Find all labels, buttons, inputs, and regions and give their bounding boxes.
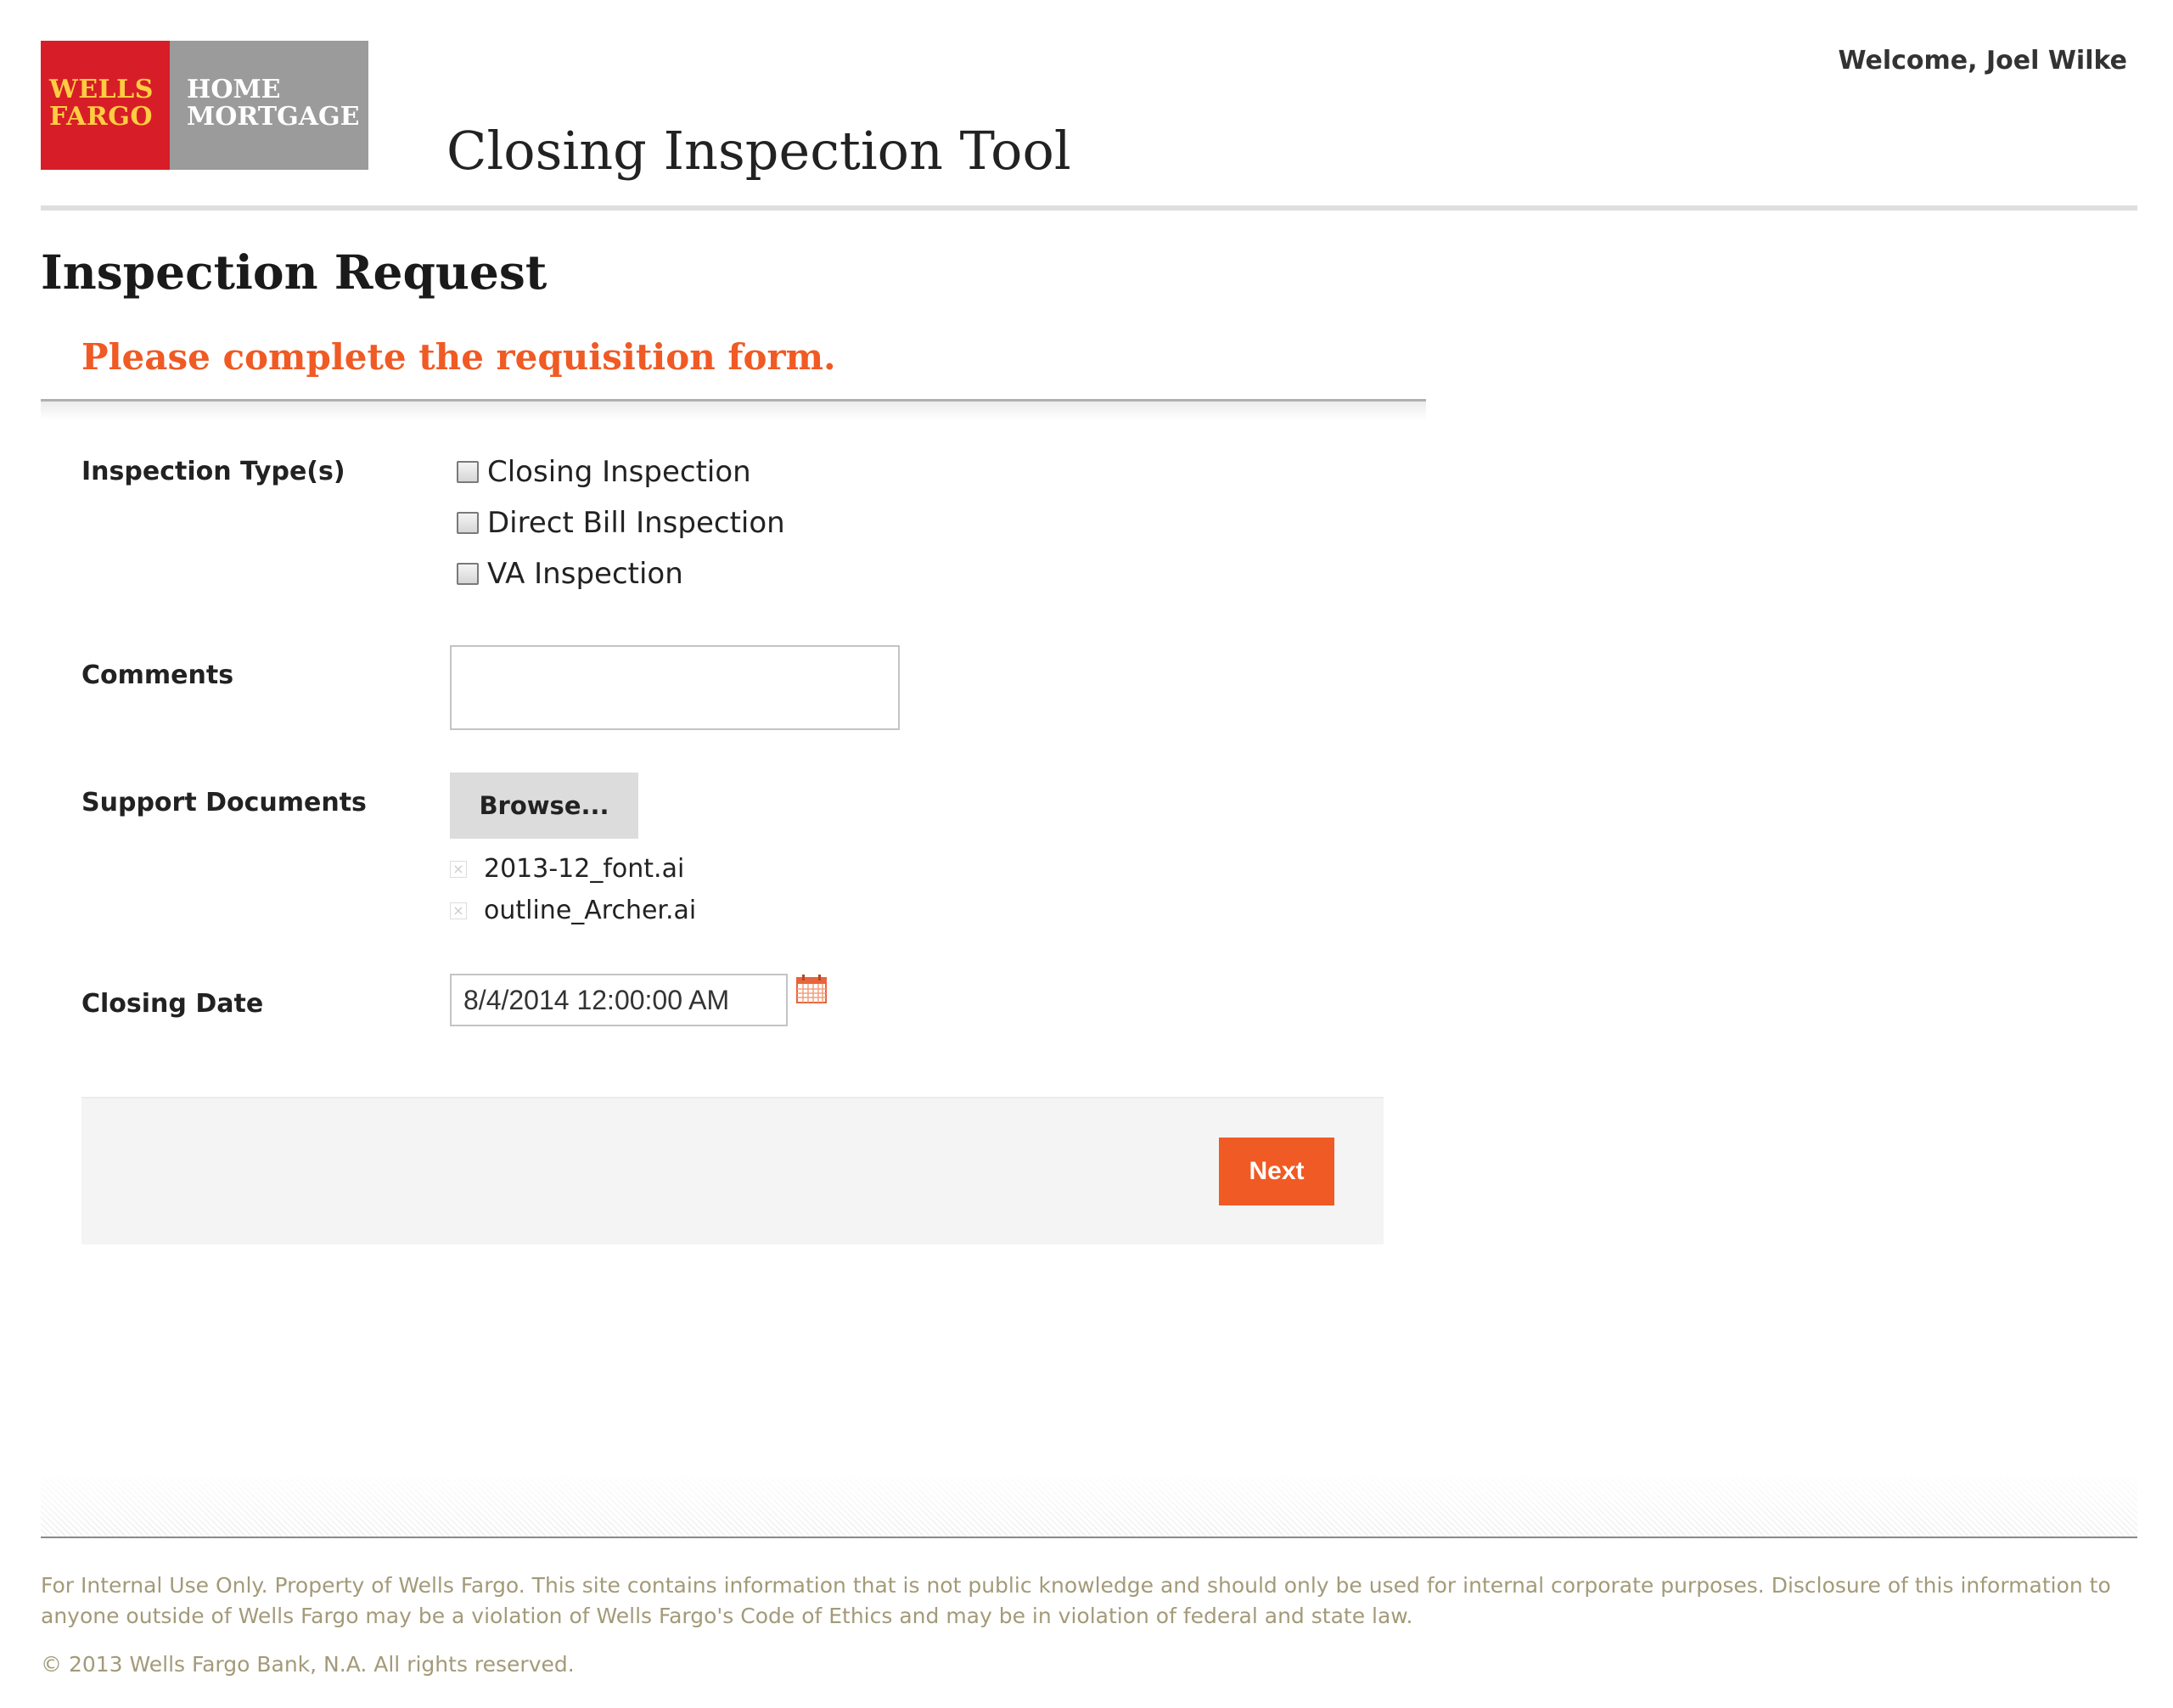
home-mortgage-logo: HOME MORTGAGE xyxy=(170,41,368,170)
checkbox-va-inspection[interactable]: VA Inspection xyxy=(457,557,683,591)
remove-file-icon[interactable]: × xyxy=(450,902,467,919)
app-title: Closing Inspection Tool xyxy=(446,120,1071,182)
comments-label: Comments xyxy=(81,660,234,690)
document-name: outline_Archer.ai xyxy=(484,896,697,925)
page-title: Inspection Request xyxy=(41,244,547,300)
browse-button[interactable]: Browse... xyxy=(450,773,638,839)
logo-text-mortgage: MORTGAGE xyxy=(187,102,360,132)
form-instructions: Please complete the requisition form. xyxy=(81,336,836,378)
closing-date-input[interactable] xyxy=(450,974,788,1026)
form-divider-shadow xyxy=(41,402,1426,420)
checkbox-label: VA Inspection xyxy=(487,557,683,591)
logo-text-home: HOME xyxy=(187,75,281,104)
checkbox-label: Direct Bill Inspection xyxy=(487,506,785,540)
document-item: × 2013-12_font.ai xyxy=(450,854,684,884)
closing-date-label: Closing Date xyxy=(81,989,264,1019)
footer-disclaimer: For Internal Use Only. Property of Wells… xyxy=(41,1573,2111,1628)
checkbox-closing-inspection[interactable]: Closing Inspection xyxy=(457,455,751,489)
wells-fargo-logo[interactable]: WELLS FARGO xyxy=(41,41,170,170)
checkbox-box[interactable] xyxy=(457,461,479,483)
header-divider xyxy=(41,205,2137,211)
footer-divider xyxy=(41,1537,2137,1538)
logo-text-fargo: FARGO xyxy=(49,102,154,132)
checkbox-direct-bill-inspection[interactable]: Direct Bill Inspection xyxy=(457,506,785,540)
form-actions-bar xyxy=(81,1097,1384,1244)
document-name: 2013-12_font.ai xyxy=(484,854,685,884)
comments-input[interactable] xyxy=(450,645,900,730)
footer-copyright: © 2013 Wells Fargo Bank, N.A. All rights… xyxy=(41,1652,575,1677)
welcome-message: Welcome, Joel Wilke xyxy=(1838,46,2128,76)
checkbox-box[interactable] xyxy=(457,512,479,534)
inspection-types-label: Inspection Type(s) xyxy=(81,457,345,486)
document-item: × outline_Archer.ai xyxy=(450,896,696,925)
remove-file-icon[interactable]: × xyxy=(450,860,467,878)
logo-text-wells: WELLS xyxy=(49,75,154,104)
checkbox-box[interactable] xyxy=(457,563,479,585)
support-documents-label: Support Documents xyxy=(81,788,367,817)
checkbox-label: Closing Inspection xyxy=(487,455,751,489)
calendar-icon[interactable] xyxy=(796,975,827,1003)
footer-hatch-fade xyxy=(41,1477,2137,1537)
next-button[interactable]: Next xyxy=(1219,1138,1334,1205)
